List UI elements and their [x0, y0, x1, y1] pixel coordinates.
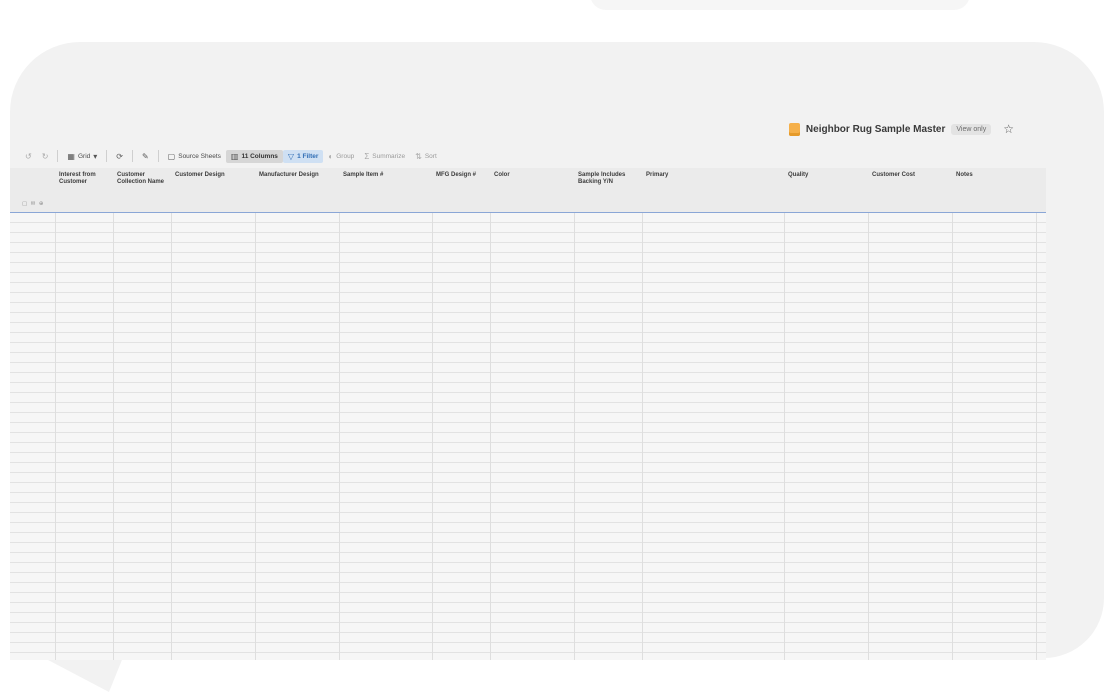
sheet-file-icon	[788, 122, 800, 136]
refresh-icon: ⟳	[116, 151, 123, 161]
column-divider	[171, 213, 172, 660]
sigma-icon: Σ	[364, 151, 370, 161]
column-header[interactable]: Primary	[642, 172, 784, 179]
toolbar-divider	[57, 150, 59, 162]
filter-icon: ▽	[287, 151, 295, 161]
cropped-heading-fragment	[590, 0, 970, 10]
sheet-title-bar: Neighbor Rug Sample Master View only ☆	[788, 122, 1014, 136]
column-header[interactable]: Quality	[784, 172, 868, 179]
column-divider	[339, 213, 340, 660]
grid-body[interactable]	[10, 213, 1046, 660]
refresh-button[interactable]: ⟳	[111, 150, 128, 163]
spreadsheet-app: Neighbor Rug Sample Master View only ☆ ↺…	[10, 72, 1104, 660]
column-header[interactable]: Manufacturer Design	[255, 172, 339, 179]
group-label: Group	[336, 152, 355, 160]
summarize-button[interactable]: Σ Summarize	[359, 150, 410, 163]
sort-button[interactable]: ⇅ Sort	[410, 150, 442, 163]
toolbar: ↺ ↻ ▦ Grid ▾ ⟳ ✎ ▢ Source Sheets ▥ 11 Co…	[20, 148, 442, 164]
view-only-badge: View only	[951, 123, 992, 135]
column-divider	[574, 213, 575, 660]
column-header[interactable]: Customer Collection Name	[113, 172, 171, 186]
row-action-icons[interactable]: ▢ ✉ ⊕	[22, 201, 44, 207]
highlighter-icon: ✎	[141, 151, 149, 161]
sheet-outline-icon: ▢	[167, 151, 176, 161]
toolbar-divider	[131, 150, 133, 162]
source-sheets-label: Source Sheets	[178, 152, 221, 160]
column-divider	[490, 213, 491, 660]
column-header[interactable]: Sample Includes Backing Y/N	[574, 172, 642, 186]
redo-button[interactable]: ↻	[37, 150, 54, 163]
column-divider	[868, 213, 869, 660]
columns-label: 11 Columns	[241, 152, 278, 160]
column-divider	[642, 213, 643, 660]
columns-icon: ▥	[230, 151, 239, 161]
toolbar-divider	[106, 150, 108, 162]
undo-button[interactable]: ↺	[20, 150, 37, 163]
columns-button[interactable]: ▥ 11 Columns	[225, 149, 283, 163]
highlight-changes-button[interactable]: ✎	[137, 150, 154, 163]
column-divider	[55, 213, 56, 660]
column-divider	[432, 213, 433, 660]
column-divider	[784, 213, 785, 660]
column-divider	[113, 213, 114, 660]
sort-label: Sort	[424, 152, 437, 160]
filter-label: 1 Filter	[297, 152, 319, 160]
sort-icon: ⇅	[415, 151, 422, 161]
column-header[interactable]: Customer Design	[171, 172, 255, 179]
column-header[interactable]: Customer Cost	[868, 172, 952, 179]
column-header[interactable]: Notes	[952, 172, 1036, 179]
view-switcher-button[interactable]: ▦ Grid ▾	[62, 150, 102, 163]
group-icon: ◐	[328, 151, 334, 161]
undo-icon: ↺	[25, 151, 32, 161]
sheet-grid: Interest from Customer Customer Collecti…	[10, 168, 1046, 660]
column-header[interactable]: Sample Item #	[339, 172, 432, 179]
column-divider	[952, 213, 953, 660]
star-icon[interactable]: ☆	[1003, 122, 1014, 136]
column-divider	[1036, 213, 1037, 660]
sheet-title: Neighbor Rug Sample Master	[805, 123, 946, 135]
column-header[interactable]: MFG Design #	[432, 172, 490, 179]
column-header[interactable]: Color	[490, 172, 574, 179]
redo-icon: ↻	[41, 151, 49, 161]
column-header-row: Interest from Customer Customer Collecti…	[10, 168, 1046, 213]
summarize-label: Summarize	[372, 152, 406, 160]
grid-icon: ▦	[67, 151, 75, 161]
column-header[interactable]: Interest from Customer	[55, 172, 113, 186]
filter-button[interactable]: ▽ 1 Filter	[282, 149, 324, 163]
column-divider	[255, 213, 256, 660]
chevron-down-icon: ▾	[93, 151, 98, 161]
view-label: Grid	[77, 152, 91, 160]
source-sheets-button[interactable]: ▢ Source Sheets	[163, 150, 226, 163]
group-button[interactable]: ◐ Group	[323, 150, 359, 163]
toolbar-divider	[157, 150, 159, 162]
